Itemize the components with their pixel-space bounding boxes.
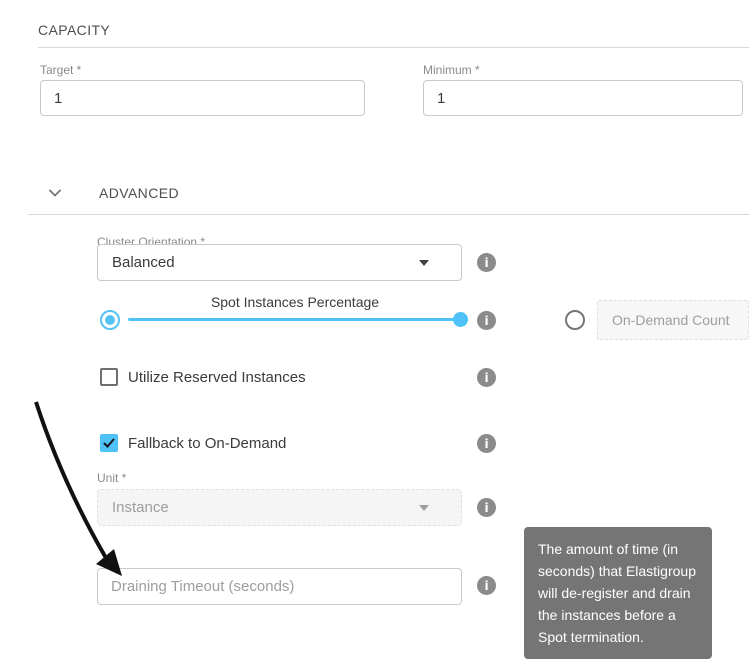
unit-info-icon[interactable]: i (477, 498, 496, 517)
draining-timeout-input[interactable] (97, 568, 462, 605)
spot-instances-percentage-label: Spot Instances Percentage (128, 294, 462, 310)
utilize-reserved-instances-info-icon[interactable]: i (477, 368, 496, 387)
checkmark-icon (102, 436, 116, 450)
radio-dot (105, 315, 115, 325)
on-demand-count-radio[interactable] (565, 310, 585, 330)
advanced-divider (28, 214, 749, 215)
chevron-down-icon (46, 185, 64, 201)
target-field-label: Target * (40, 63, 81, 77)
spot-percentage-slider[interactable] (128, 318, 460, 321)
cluster-orientation-value: Balanced (112, 254, 175, 271)
spot-percentage-slider-thumb[interactable] (453, 312, 468, 327)
spot-percentage-info-icon[interactable]: i (477, 311, 496, 330)
target-input[interactable] (40, 80, 365, 116)
capacity-section-title: CAPACITY (38, 22, 110, 38)
utilize-reserved-instances-checkbox[interactable] (100, 368, 118, 386)
draining-timeout-tooltip: The amount of time (in seconds) that Ela… (524, 527, 712, 659)
cluster-orientation-info-icon[interactable]: i (477, 253, 496, 272)
cluster-orientation-select[interactable]: Balanced (97, 244, 462, 281)
draining-timeout-info-icon[interactable]: i (477, 576, 496, 595)
utilize-reserved-instances-label: Utilize Reserved Instances (128, 369, 306, 386)
elastigroup-capacity-form: { "colors": {"accent": "#4fc3f7", "toolt… (0, 0, 749, 671)
capacity-divider (38, 47, 749, 48)
unit-label: Unit * (97, 471, 126, 485)
fallback-to-on-demand-info-icon[interactable]: i (477, 434, 496, 453)
fallback-to-on-demand-checkbox[interactable] (100, 434, 118, 452)
advanced-section-header[interactable]: ADVANCED (46, 185, 179, 201)
caret-down-icon (419, 505, 429, 511)
on-demand-count-input: On-Demand Count (597, 300, 749, 340)
fallback-to-on-demand-label: Fallback to On-Demand (128, 435, 286, 452)
minimum-field-label: Minimum * (423, 63, 480, 77)
on-demand-count-placeholder: On-Demand Count (612, 312, 730, 328)
unit-value: Instance (112, 499, 169, 516)
spot-percentage-radio[interactable] (100, 310, 120, 330)
minimum-input[interactable] (423, 80, 743, 116)
caret-down-icon (419, 260, 429, 266)
unit-select: Instance (97, 489, 462, 526)
advanced-section-title: ADVANCED (99, 185, 179, 201)
